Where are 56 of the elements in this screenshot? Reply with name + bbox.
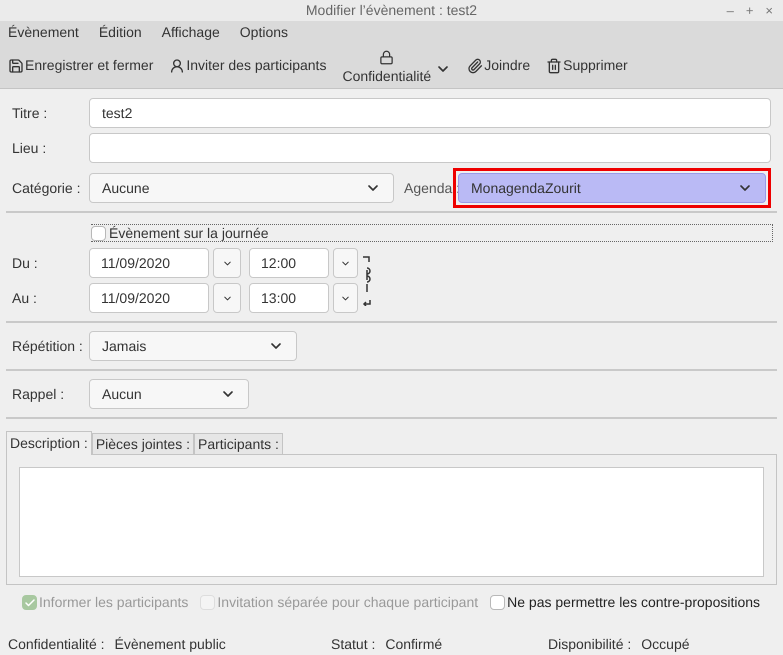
dropdown[interactable]: Jamais [89,331,297,362]
title-field[interactable]: test2 [89,98,771,128]
window-control[interactable]: – [726,1,734,21]
description-field[interactable] [19,467,764,577]
save-icon [8,58,24,74]
time-dropdown[interactable] [333,248,358,278]
menu-item[interactable]: Évènement [8,22,79,43]
time-dropdown[interactable] [333,283,358,314]
tab[interactable]: Pièces jointes : [92,433,194,455]
lock-icon [379,50,394,66]
checkbox-label: Évènement sur la journée [109,224,269,243]
status-label: Confidentialité : [8,635,105,654]
date-dropdown[interactable] [213,248,241,278]
toolbar-button[interactable]: Inviter des participants [169,55,326,76]
field-label: Du : [12,254,39,273]
field-label: Au : [12,288,38,308]
toolbar-button[interactable]: Joindre [467,55,530,76]
menu-item[interactable]: Édition [98,22,142,43]
date-dropdown[interactable] [213,283,241,314]
date-field[interactable]: 11/09/2020 [89,283,209,314]
window-title: Modifier l’évènement : test2 [306,1,478,20]
calendar-dropdown[interactable]: MonagendaZourit [458,173,766,204]
status-value: Occupé [641,635,690,654]
date-field[interactable]: 11/09/2020 [89,248,209,278]
privacy-button[interactable]: Confidentialité [342,44,452,88]
checkbox-label: Invitation séparée pour chaque participant [217,593,478,612]
tab[interactable]: Participants : [194,433,283,455]
time-field[interactable]: 12:00 [249,248,329,278]
toolbar-button[interactable]: Supprimer [546,55,628,76]
dropdown[interactable]: Aucun [89,379,249,410]
checkbox-label: Informer les participants [39,593,188,612]
status-value: Évènement public [114,635,226,654]
trash-icon [546,58,562,74]
status-label: Disponibilité : [548,635,632,654]
paperclip-icon [467,58,484,74]
link-chain-icon [361,256,373,306]
checkbox-label: Ne pas permettre les contre-propositions [507,593,760,612]
window-control[interactable]: × [765,1,773,21]
status-label: Statut : [331,635,376,654]
checkbox[interactable] [490,595,506,610]
toolbar-button[interactable]: Enregistrer et fermer [8,55,154,76]
field-label: Catégorie : [12,178,82,198]
field-label: Répétition : [12,336,84,356]
window-control[interactable]: + [746,1,754,21]
dropdown[interactable]: Aucune [89,173,394,204]
field-label: Titre : [12,104,48,123]
person-icon [169,58,186,74]
menu-item[interactable]: Options [240,22,288,43]
status-value: Confirmé [385,635,442,654]
checkbox[interactable] [91,226,106,241]
location-field[interactable] [89,133,771,164]
menu-item[interactable]: Affichage [162,22,220,43]
field-label: Rappel : [12,384,66,404]
field-label: Lieu : [12,138,48,158]
tab[interactable]: Description : [6,431,92,455]
time-field[interactable]: 13:00 [249,283,329,314]
